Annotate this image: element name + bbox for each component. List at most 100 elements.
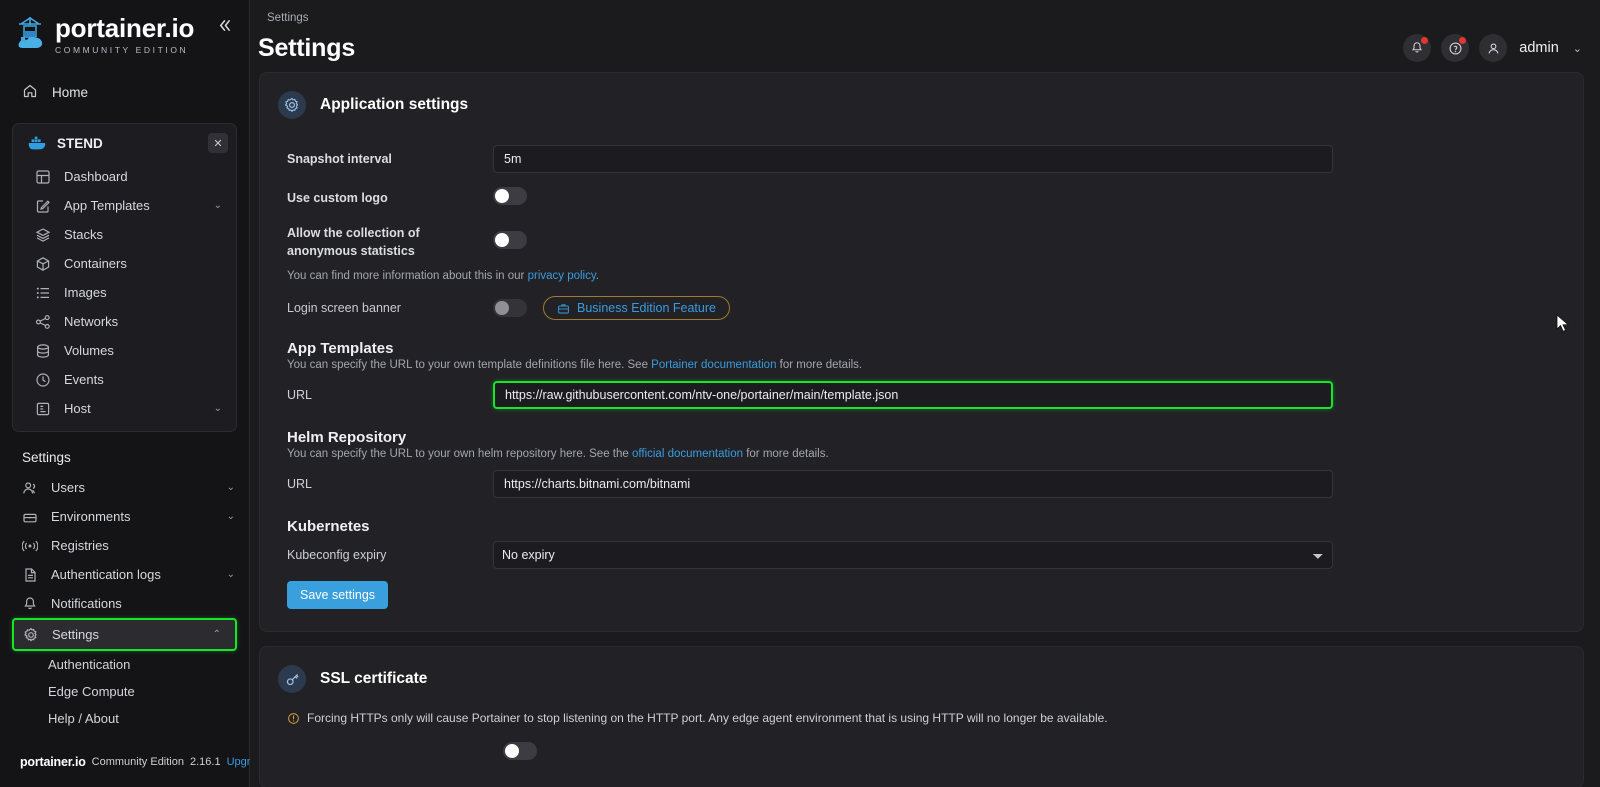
help-button[interactable]: [1441, 34, 1470, 62]
brand-header: portainer.io COMMUNITY EDITION: [0, 0, 249, 62]
environment-nav-list: Dashboard App Templates ⌄ Stacks Containers I…: [13, 162, 236, 425]
login-screen-banner-toggle[interactable]: [493, 299, 527, 318]
list-icon: [36, 287, 49, 298]
breadcrumb-item[interactable]: Settings: [267, 12, 309, 24]
sidebar-item-images[interactable]: Images: [13, 278, 236, 307]
app-templates-hint-prefix: You can specify the URL to your own temp…: [287, 359, 652, 372]
cube-icon: [35, 256, 51, 272]
helm-repository-heading: Helm Repository: [287, 429, 407, 447]
snapshot-interval-label: Snapshot interval: [287, 151, 392, 166]
privacy-hint-suffix: .: [595, 270, 599, 283]
toggle-knob: [495, 301, 509, 316]
sidebar-subitem-authentication[interactable]: Authentication: [0, 651, 249, 678]
environment-close-button[interactable]: ✕: [208, 133, 228, 153]
footer-brand-name: portainer.io: [20, 754, 86, 769]
sidebar-item-users[interactable]: Users ⌄: [0, 473, 249, 502]
briefcase-icon: [557, 302, 570, 315]
ssl-force-https-toggle[interactable]: [503, 742, 537, 761]
sidebar-item-dashboard[interactable]: Dashboard: [13, 162, 236, 191]
sidebar-item-label: Notifications: [51, 596, 122, 611]
privacy-hint-prefix: You can find more information about this…: [287, 270, 528, 283]
radio-icon: [22, 538, 38, 554]
kubeconfig-expiry-label: Kubeconfig expiry: [287, 548, 387, 563]
sidebar-item-events[interactable]: Events: [13, 365, 236, 394]
sidebar-item-label: Dashboard: [64, 169, 128, 184]
sidebar-item-host[interactable]: Host ⌄: [13, 394, 236, 423]
sidebar-item-label: Host: [64, 401, 91, 416]
chevron-down-icon[interactable]: ⌄: [214, 200, 222, 211]
official-documentation-link[interactable]: official documentation: [632, 448, 743, 460]
helm-hint-suffix: for more details.: [743, 448, 829, 461]
chevron-down-icon[interactable]: ⌄: [227, 569, 235, 580]
app-templates-url-input[interactable]: [493, 381, 1333, 410]
sidebar-subitem-help-about[interactable]: Help / About: [0, 705, 249, 732]
chevron-down-icon[interactable]: ⌄: [227, 482, 235, 493]
brand-name: portainer.io: [55, 13, 195, 44]
server-icon: [35, 401, 51, 417]
dashboard-icon: [36, 169, 50, 184]
environment-name: STEND: [57, 135, 103, 151]
save-settings-button[interactable]: Save settings: [287, 581, 389, 610]
notifications-button[interactable]: [1403, 34, 1432, 62]
sidebar-collapse-button[interactable]: [211, 12, 237, 38]
sidebar-item-label: App Templates: [64, 198, 150, 213]
kubeconfig-expiry-row: Kubeconfig expiry No expiry1 day7 days30…: [278, 541, 1565, 570]
sidebar-item-containers[interactable]: Containers: [13, 249, 236, 278]
kubeconfig-expiry-select[interactable]: No expiry1 day7 days30 days1 year: [493, 541, 1333, 570]
sidebar-item-home[interactable]: Home: [0, 74, 249, 111]
chevron-up-icon[interactable]: ⌃: [213, 629, 221, 640]
brand-subtitle: COMMUNITY EDITION: [55, 44, 189, 55]
sidebar-settings-list: Users ⌄ Environments ⌄ Registries Authenticat…: [0, 473, 249, 651]
list-icon: [35, 285, 51, 301]
privacy-policy-hint: You can find more information about this…: [278, 270, 1565, 282]
ssl-certificate-card: SSL certificate Forcing HTTPs only will …: [259, 646, 1584, 787]
sidebar-item-stacks[interactable]: Stacks: [13, 220, 236, 249]
sidebar-item-notifications[interactable]: Notifications: [0, 589, 249, 618]
sidebar-item-settings[interactable]: Settings ⌃: [12, 618, 237, 651]
anonymous-statistics-toggle[interactable]: [493, 230, 527, 249]
share-nodes-icon: [35, 314, 51, 330]
sidebar-item-authentication-logs[interactable]: Authentication logs ⌄: [0, 560, 249, 589]
sidebar-item-registries[interactable]: Registries: [0, 531, 249, 560]
chevron-down-icon[interactable]: ⌄: [214, 403, 222, 414]
privacy-policy-link[interactable]: privacy policy: [528, 270, 596, 282]
app-templates-url-row: URL: [278, 381, 1565, 410]
business-edition-feature-label: Business Edition Feature: [577, 301, 716, 316]
username-label[interactable]: admin: [1519, 40, 1559, 56]
sidebar-item-volumes[interactable]: Volumes: [13, 336, 236, 365]
use-custom-logo-toggle[interactable]: [493, 187, 527, 205]
topbar-left: Settings Settings: [258, 8, 355, 63]
chevron-down-icon[interactable]: ⌄: [227, 511, 235, 522]
topbar-right: admin ⌄: [1403, 8, 1582, 62]
sidebar-item-app-templates[interactable]: App Templates ⌄: [13, 191, 236, 220]
home-icon: [22, 83, 38, 102]
business-edition-feature-badge[interactable]: Business Edition Feature: [543, 296, 730, 321]
app-templates-url-label: URL: [287, 388, 313, 403]
sidebar-item-environments[interactable]: Environments ⌄: [0, 502, 249, 531]
sidebar-footer: portainer.io Community Edition 2.16.1 Up…: [0, 742, 269, 787]
bell-icon: [24, 596, 36, 609]
main-area: Settings Settings admin ⌄ Application se…: [250, 0, 1600, 787]
double-chevron-left-icon: [219, 19, 230, 31]
sidebar: portainer.io COMMUNITY EDITION Home STEN…: [0, 0, 269, 787]
breadcrumb: Settings: [258, 8, 355, 26]
app-templates-heading: App Templates: [287, 340, 394, 358]
file-text-icon: [25, 567, 36, 582]
portainer-documentation-link[interactable]: Portainer documentation: [651, 359, 776, 371]
chevron-down-icon[interactable]: ⌄: [1573, 42, 1582, 55]
edit-square-icon: [36, 199, 50, 213]
gear-icon: [23, 627, 39, 643]
settings-content: Application settings Snapshot interval U…: [250, 72, 1600, 787]
dashboard-icon: [35, 169, 51, 185]
sidebar-item-networks[interactable]: Networks: [13, 307, 236, 336]
toggle-knob: [505, 744, 519, 759]
helm-url-label: URL: [287, 477, 313, 492]
sidebar-subitem-edge-compute[interactable]: Edge Compute: [0, 678, 249, 705]
avatar[interactable]: [1479, 34, 1508, 62]
application-settings-card: Application settings Snapshot interval U…: [259, 72, 1584, 633]
sidebar-item-label: Networks: [64, 314, 119, 329]
use-custom-logo-row: Use custom logo: [278, 187, 1565, 210]
snapshot-interval-input[interactable]: [493, 145, 1333, 173]
file-text-icon: [22, 567, 38, 583]
helm-url-input[interactable]: [493, 470, 1333, 499]
